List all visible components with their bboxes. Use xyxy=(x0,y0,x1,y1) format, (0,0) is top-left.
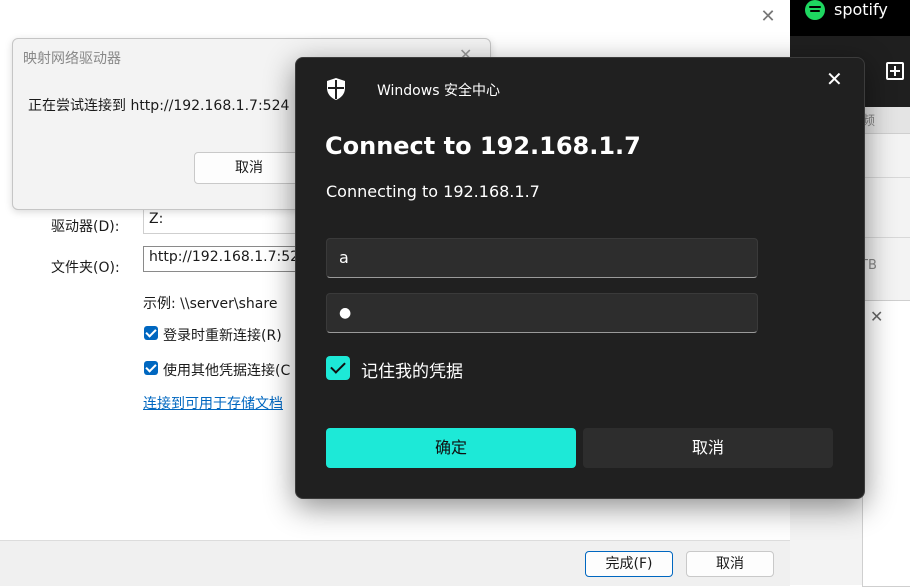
reconnect-checkbox[interactable] xyxy=(144,326,158,340)
connecting-cancel-button[interactable]: 取消 xyxy=(194,152,304,184)
close-icon[interactable]: ✕ xyxy=(870,307,883,326)
remember-label: 记住我的凭据 xyxy=(361,362,463,382)
shield-icon xyxy=(327,78,345,100)
username-input[interactable]: a xyxy=(326,238,758,278)
add-icon[interactable] xyxy=(886,62,904,80)
drive-label: 驱动器(D): xyxy=(51,219,120,235)
spotify-icon[interactable] xyxy=(805,0,825,20)
example-text: 示例: \\server\share xyxy=(143,296,278,312)
dialog-subheading: Connecting to 192.168.1.7 xyxy=(326,182,540,201)
side-panel: ✕ xyxy=(862,300,910,587)
folder-input[interactable]: http://192.168.1.7:52 xyxy=(143,246,313,272)
reconnect-label: 登录时重新连接(R) xyxy=(163,328,282,344)
finish-button[interactable]: 完成(F) xyxy=(585,551,673,577)
other-credentials-checkbox[interactable] xyxy=(144,361,158,375)
drive-select[interactable]: Z: xyxy=(143,208,313,234)
wizard-footer: 完成(F) 取消 xyxy=(0,540,790,586)
spotify-label[interactable]: spotify xyxy=(834,0,888,19)
folder-label: 文件夹(O): xyxy=(51,260,120,276)
other-credentials-label: 使用其他凭据连接(C xyxy=(163,363,291,379)
connecting-dialog-title: 映射网络驱动器 xyxy=(23,51,121,67)
storage-link[interactable]: 连接到可用于存储文档 xyxy=(143,393,283,413)
close-icon[interactable]: ✕ xyxy=(757,6,779,28)
close-icon[interactable]: ✕ xyxy=(826,67,843,91)
app-title: Windows 安全中心 xyxy=(377,83,500,99)
password-input[interactable]: ● xyxy=(326,293,758,333)
dialog-heading: Connect to 192.168.1.7 xyxy=(325,132,641,160)
wizard-cancel-button[interactable]: 取消 xyxy=(686,551,774,577)
ok-button[interactable]: 确定 xyxy=(326,428,576,468)
connecting-message: 正在尝试连接到 http://192.168.1.7:524 xyxy=(28,98,290,114)
windows-security-dialog: Windows 安全中心 ✕ Connect to 192.168.1.7 Co… xyxy=(295,57,865,499)
remember-checkbox[interactable] xyxy=(326,356,350,380)
cancel-button[interactable]: 取消 xyxy=(583,428,833,468)
